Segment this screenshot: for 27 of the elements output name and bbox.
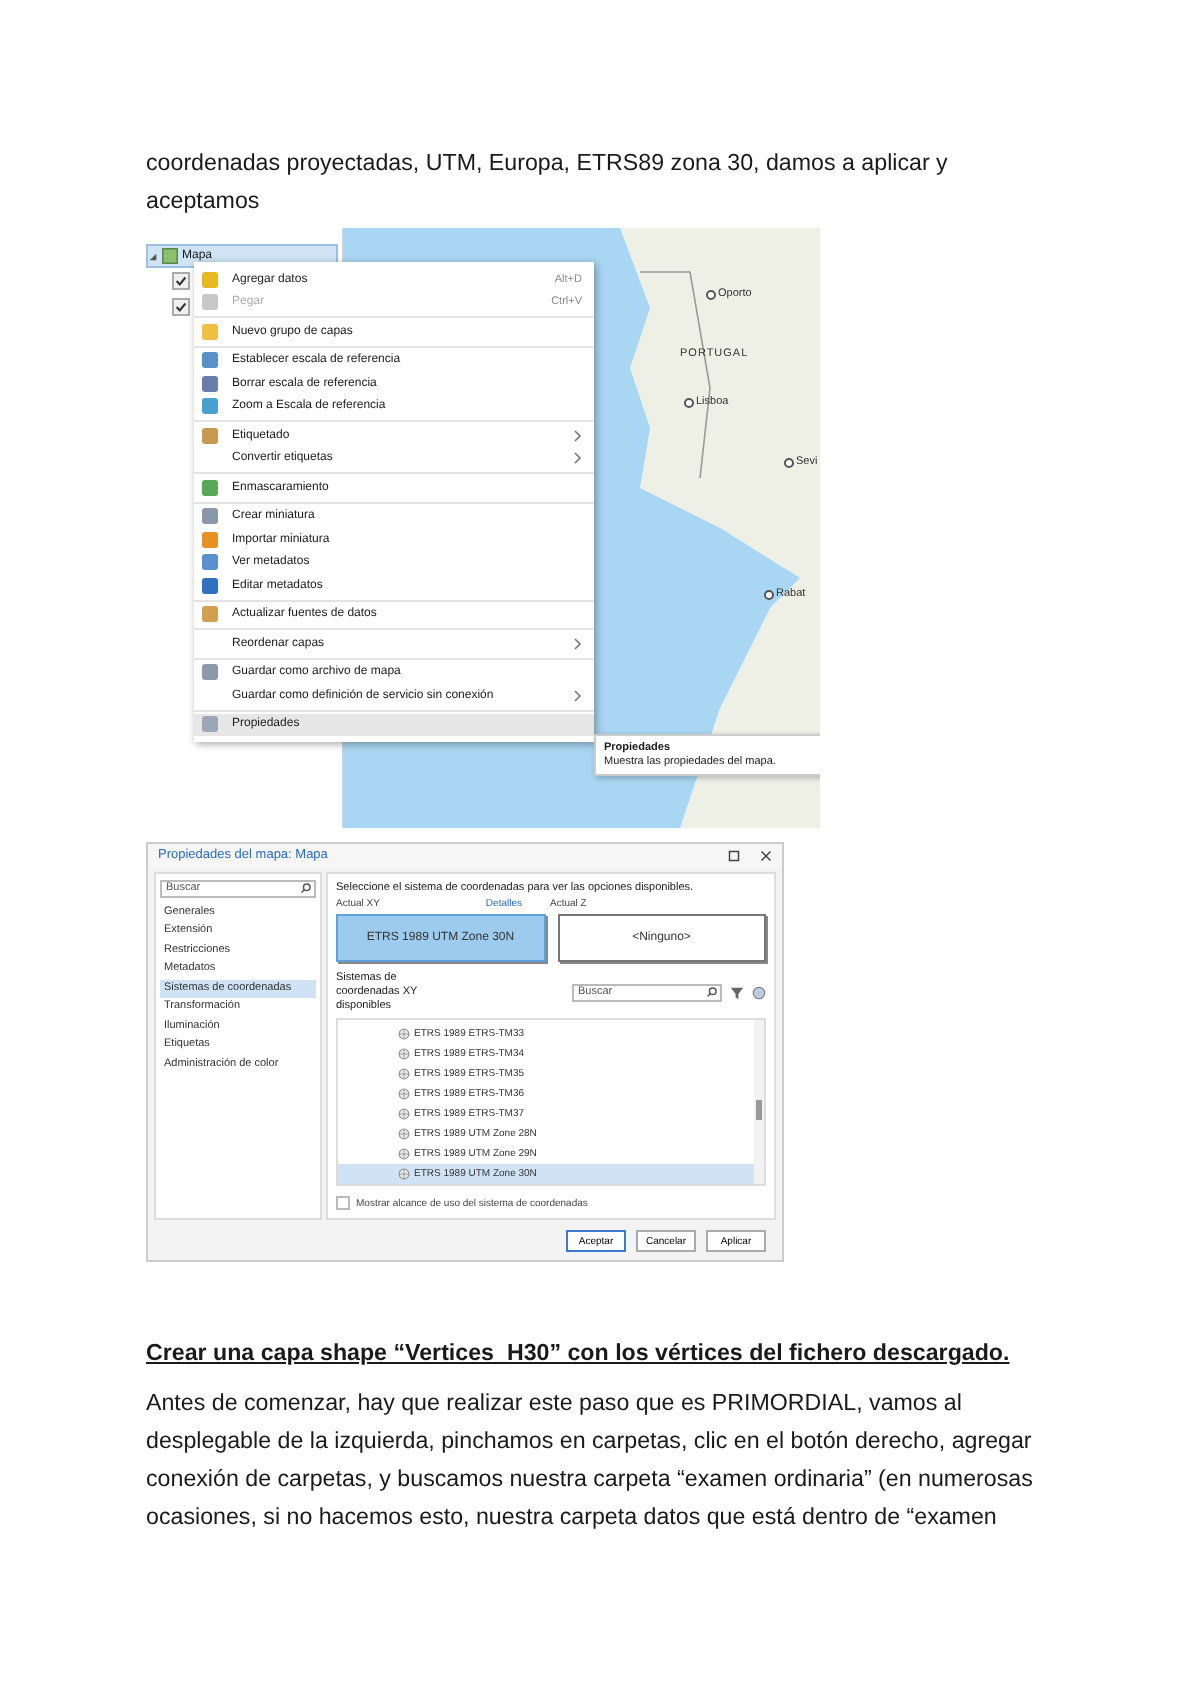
maximize-icon[interactable] (728, 849, 740, 862)
globe-icon (398, 1068, 410, 1080)
layer-checkbox[interactable] (172, 298, 190, 316)
globe-icon (398, 1148, 410, 1160)
body-paragraph: coordenadas proyectadas, UTM, Europa, ETRS89 zona 30, damos a aplicar y aceptamos (146, 148, 950, 218)
globe-icon (398, 1088, 410, 1100)
globe-icon[interactable] (752, 985, 766, 1000)
globe-icon (398, 1108, 410, 1120)
globe-icon (398, 1048, 410, 1060)
search-icon (706, 986, 718, 999)
close-icon[interactable] (760, 849, 772, 862)
city-marker-icon (706, 289, 716, 299)
city-marker-icon (784, 457, 794, 467)
globe-icon (398, 1168, 410, 1180)
filter-icon[interactable] (730, 985, 744, 1000)
globe-icon (398, 1128, 410, 1140)
city-marker-icon (684, 397, 694, 407)
map-icon (162, 248, 178, 264)
expand-arrow-icon[interactable] (148, 251, 158, 261)
layer-checkbox[interactable] (172, 272, 190, 290)
city-marker-icon (764, 589, 774, 599)
body-paragraph: Antes de comenzar, hay que realizar este paso que es PRIMORDIAL, vamos al desplegable de la izquierda, pinchamos en carpetas, clic en el botón derecho, agregar conexión de carpetas, y buscamos nuestra carpeta “examen ordinaria” (en numerosas ocasiones, si no hacemos esto, nuestra carpeta datos que está dentro de “examen (146, 1388, 1035, 1534)
section-heading: Crear una capa shape “Vertices_H30” con los vértices del fichero descargado. (146, 1338, 1012, 1370)
scrollbar[interactable] (754, 1020, 764, 1184)
globe-icon (398, 1028, 410, 1040)
search-icon (300, 882, 312, 895)
checkbox[interactable] (336, 1196, 350, 1210)
